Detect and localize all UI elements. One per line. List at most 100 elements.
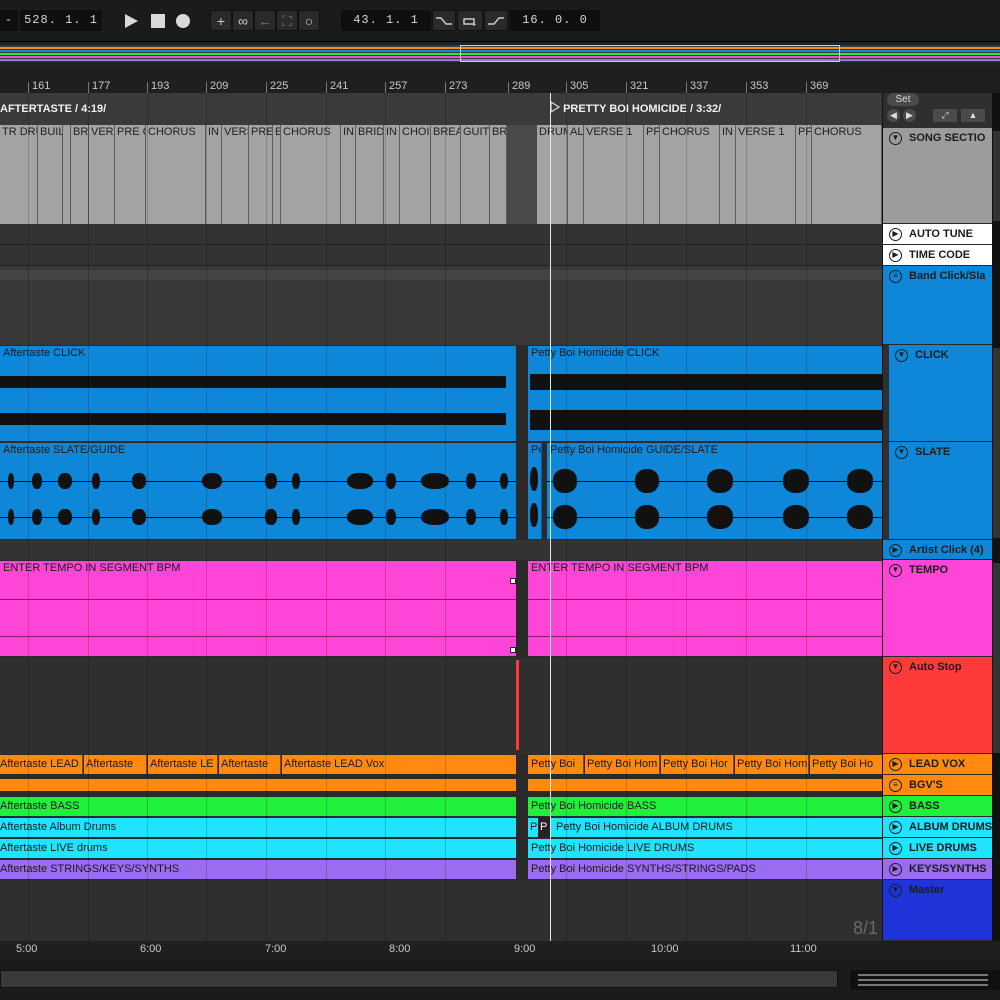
clip-pretty-boi-drums-selected[interactable]: P	[538, 818, 550, 837]
clip-pretty-boi-bass[interactable]: Petty Boi Homicide BASS	[528, 797, 882, 816]
clip-lead-vox[interactable]: Aftertaste LEAD Vo	[0, 755, 83, 774]
track-auto-tune[interactable]: ▶ AUTO TUNE	[883, 224, 993, 245]
clip-pretty-boi-live-drums[interactable]: Petty Boi Homicide LIVE DRUMS	[528, 839, 882, 858]
back-to-arrangement-icon[interactable]: ←	[254, 10, 276, 31]
session-record-icon[interactable]: ○	[298, 10, 320, 31]
time-label: 9:00	[514, 943, 536, 955]
play-icon[interactable]: ▶	[889, 228, 902, 241]
track-artist-click[interactable]: ▶ Artist Click (4)	[883, 540, 993, 560]
punch-out-icon[interactable]	[484, 10, 508, 31]
arrangement-overview[interactable]	[0, 42, 1000, 66]
track-name: SLATE	[915, 446, 951, 458]
clip-pretty-boi-tempo[interactable]: ENTER TEMPO IN SEGMENT BPM	[528, 561, 882, 656]
list-icon[interactable]: ≡	[889, 270, 902, 283]
track-keys-synths[interactable]: ▶ KEYS/SYNTHS	[883, 859, 993, 880]
time-signature-readout: 8/1	[852, 918, 878, 938]
track-live-drums[interactable]: ▶ LIVE DRUMS	[883, 838, 993, 859]
play-icon[interactable]: ▶	[889, 842, 902, 855]
fold-icon[interactable]: ▼	[889, 661, 902, 674]
loop-length-field[interactable]: 16. 0. 0	[510, 10, 600, 31]
play-icon[interactable]: ▶	[889, 249, 902, 262]
record-icon[interactable]	[173, 10, 193, 31]
loop-start-field[interactable]: 43. 1. 1	[341, 10, 431, 31]
bgv-overview-strip[interactable]	[528, 779, 882, 791]
clip-lead-vox[interactable]: Petty Boi Hom	[585, 755, 660, 774]
loop-switch-icon[interactable]	[457, 10, 483, 31]
clip-aftertaste-slate[interactable]: Aftertaste SLATE/GUIDE	[0, 443, 516, 539]
track-time-code[interactable]: ▶ TIME CODE	[883, 245, 993, 266]
arrangement-position-arrow[interactable]: -	[0, 10, 18, 31]
clip-pretty-boi-click[interactable]: Petty Boi Homicide CLICK	[528, 346, 882, 441]
clip-lead-vox[interactable]: Aftertaste LE	[148, 755, 218, 774]
track-song-sections[interactable]: ▼ SONG SECTIO	[883, 128, 993, 224]
lock-icon[interactable]: ▲	[961, 109, 985, 122]
fold-icon[interactable]: ▼	[895, 349, 908, 362]
beat-time-ruler[interactable]: 161 177 193 209 225 241 257 273 289 305 …	[0, 66, 882, 93]
play-icon[interactable]: ▶	[889, 863, 902, 876]
automation-arm-icon[interactable]: ∞	[232, 10, 254, 31]
sections-clip-pretty-boi[interactable]: DRUM AL VERSE 1 PF CHORUS IN VERSE 1 PF …	[537, 125, 882, 224]
clip-lead-vox[interactable]: Petty Boi	[528, 755, 584, 774]
overdub-plus-icon[interactable]: +	[210, 10, 232, 31]
clip-lead-vox[interactable]: Petty Boi Hor	[661, 755, 734, 774]
track-album-drums[interactable]: ▶ ALBUM DRUMS	[883, 817, 993, 838]
overview-viewport[interactable]	[460, 45, 840, 62]
clip-aftertaste-tempo[interactable]: ENTER TEMPO IN SEGMENT BPM	[0, 561, 516, 656]
nav-left-icon[interactable]: ◀	[887, 109, 900, 122]
clip-aftertaste-click[interactable]: Aftertaste CLICK	[0, 346, 516, 441]
clip-lead-vox[interactable]: Aftertaste	[219, 755, 281, 774]
punch-in-icon[interactable]	[432, 10, 456, 31]
play-icon[interactable]: ▶	[889, 758, 902, 771]
nav-right-icon[interactable]: ▶	[903, 109, 916, 122]
clip-pretty-boi-slate-short[interactable]: Pe	[528, 443, 542, 539]
clip-lead-vox[interactable]: Petty Boi Ho	[810, 755, 882, 774]
auto-stop-clip[interactable]	[516, 660, 519, 750]
clip-pretty-boi-album-drums[interactable]: Petty Boi Homicide ALBUM DRUMS	[550, 818, 882, 837]
track-master[interactable]: ▼ Master	[883, 880, 993, 941]
fold-icon[interactable]: ▼	[889, 564, 902, 577]
play-icon[interactable]: ▶	[889, 800, 902, 813]
clip-aftertaste-live-drums[interactable]: Aftertaste LIVE drums	[0, 839, 516, 858]
clip-lead-vox[interactable]: Aftertaste LEAD Vox	[282, 755, 516, 774]
bgv-overview-strip[interactable]	[0, 779, 516, 791]
capture-icon[interactable]: ⛶	[276, 10, 298, 31]
fold-icon[interactable]: ▼	[889, 884, 902, 897]
sections-clip-aftertaste[interactable]: TR DRUM BUIL BR VERS PRE C CHORUS IN VER…	[0, 125, 507, 224]
track-bgvs[interactable]: ≡ BGV'S	[883, 775, 993, 796]
clip-aftertaste-album-drums[interactable]: Aftertaste Album Drums	[0, 818, 516, 837]
track-lead-vox[interactable]: ▶ LEAD VOX	[883, 754, 993, 775]
clip-aftertaste-keys[interactable]: Aftertaste STRINGS/KEYS/SYNTHS	[0, 860, 516, 879]
locator-aftertaste[interactable]: AFTERTASTE / 4:19/	[0, 93, 106, 125]
track-auto-stop[interactable]: ▼ Auto Stop	[883, 657, 993, 754]
clip-aftertaste-bass[interactable]: Aftertaste BASS	[0, 797, 516, 816]
clip-pretty-boi-slate[interactable]: Petty Boi Homicide GUIDE/SLATE	[547, 443, 882, 539]
list-icon[interactable]: ≡	[889, 779, 902, 792]
clip-pretty-boi-keys[interactable]: Petty Boi Homicide SYNTHS/STRINGS/PADS	[528, 860, 882, 879]
locator-pretty-boi[interactable]: PRETTY BOI HOMICIDE / 3:32/	[550, 93, 721, 125]
stop-icon[interactable]	[148, 10, 168, 31]
time-ruler[interactable]: 5:00 6:00 7:00 8:00 9:00 10:00 11:00	[0, 941, 882, 960]
track-slate[interactable]: ▼ SLATE	[889, 442, 993, 540]
expand-icon[interactable]: ⤢	[933, 109, 957, 122]
play-icon[interactable]: ▶	[889, 544, 902, 557]
time-label: 8:00	[389, 943, 411, 955]
track-bass[interactable]: ▶ BASS	[883, 796, 993, 817]
track-tempo[interactable]: ▼ TEMPO	[883, 560, 993, 657]
track-band-click[interactable]: ≡ Band Click/Sla	[883, 266, 993, 345]
arrangement-view[interactable]: AFTERTASTE / 4:19/ PRETTY BOI HOMICIDE /…	[0, 93, 882, 941]
lane-artist-click	[0, 540, 882, 560]
fold-icon[interactable]: ▼	[895, 446, 908, 459]
set-button[interactable]: Set	[887, 93, 919, 106]
horizontal-scrollbar[interactable]	[0, 970, 838, 988]
arrangement-position-field[interactable]: 528. 1. 1	[20, 10, 102, 31]
track-click[interactable]: ▼ CLICK	[889, 345, 993, 442]
track-name: Artist Click (4)	[909, 544, 984, 556]
clip-title: Petty Boi Homicide GUIDE/SLATE	[550, 444, 718, 456]
bottom-bar	[0, 960, 1000, 1000]
fold-icon[interactable]: ▼	[889, 132, 902, 145]
playhead[interactable]	[550, 93, 551, 941]
play-icon[interactable]	[121, 10, 141, 31]
clip-pretty-boi-drums-short[interactable]: P	[528, 818, 538, 837]
play-icon[interactable]: ▶	[889, 821, 902, 834]
clip-lead-vox[interactable]: Aftertaste	[84, 755, 147, 774]
